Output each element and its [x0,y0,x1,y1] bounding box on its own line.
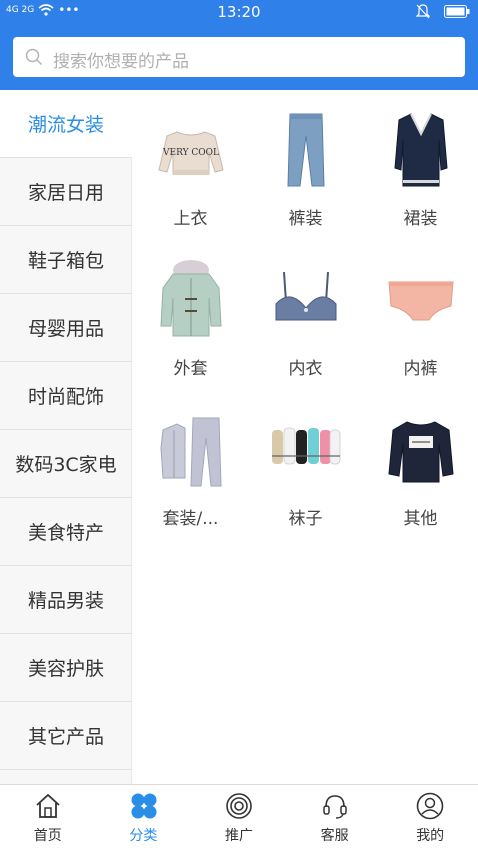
sweater-print-text: VERY COOL [162,148,219,158]
sidebar-item-menswear[interactable]: 精品男装 [0,566,132,634]
sidebar-item-label: 家居日用 [27,182,104,204]
sidebar-item-shoes-bags[interactable]: 鞋子箱包 [0,226,132,294]
subcategory-underwear[interactable]: 内裤 [363,240,478,390]
sidebar-item-label: 数码3C家电 [15,454,117,476]
underwear-image [388,281,454,321]
sidebar-item-label: 精品男装 [27,590,104,612]
category-icon [131,793,157,819]
sidebar-item-home-goods[interactable]: 家居日用 [0,158,132,226]
sidebar-item-food[interactable]: 美食特产 [0,498,132,566]
dress-image [394,113,448,187]
search-input[interactable]: 搜索你想要的产品 [13,37,465,77]
sweater-image: VERY COOL [158,131,224,175]
subcategory-label: 内裤 [403,359,438,379]
subcategory-label: 外套 [173,359,208,379]
tab-category[interactable]: 分类 [96,785,192,851]
bra-image [275,271,337,321]
user-icon [417,792,444,820]
sidebar-item-label: 美容护肤 [27,658,104,680]
tab-promote[interactable]: 推广 [191,785,287,851]
sidebar-item-label: 其它产品 [27,726,104,748]
subcategory-label: 袜子 [288,509,323,529]
bottom-tab-bar: 首页 分类 推广 客服 我的 [0,784,478,850]
subcategory-dresses[interactable]: 裙装 [363,90,478,240]
subcategory-suits[interactable]: 套装/... [133,390,248,540]
sidebar-item-label: 潮流女装 [27,114,104,136]
status-time: 13:20 [217,3,261,21]
battery-icon [444,5,470,18]
sidebar-item-accessories[interactable]: 时尚配饰 [0,362,132,430]
status-bar: 4G 2G ••• 13:20 [0,0,478,24]
tab-label: 分类 [129,828,158,844]
subcategory-label: 裤装 [288,209,323,229]
subcategory-lingerie[interactable]: 内衣 [248,240,363,390]
tab-label: 客服 [320,828,349,844]
category-sidebar: 潮流女装 家居日用 鞋子箱包 母婴用品 时尚配饰 数码3C家电 美食特产 精品男… [0,90,132,784]
subcategory-pants[interactable]: 裤装 [248,90,363,240]
subcategory-label: 套装/... [162,509,219,529]
subcategory-socks[interactable]: 袜子 [248,390,363,540]
tab-label: 首页 [33,828,62,844]
coat-image [160,260,222,337]
service-icon [323,795,347,819]
sidebar-item-womens-fashion[interactable]: 潮流女装 [0,90,132,158]
search-icon [25,48,43,66]
tracksuit-image [160,417,222,487]
search-placeholder: 搜索你想要的产品 [53,52,189,72]
sidebar-item-label: 母婴用品 [27,318,104,340]
status-right [416,4,470,19]
sidebar-item-other[interactable]: 其它产品 [0,702,132,770]
tab-label: 我的 [416,828,445,844]
header: 搜索你想要的产品 [0,24,478,90]
sidebar-item-electronics[interactable]: 数码3C家电 [0,430,132,498]
subcategory-others[interactable]: 其他 [363,390,478,540]
sidebar-item-mother-baby[interactable]: 母婴用品 [0,294,132,362]
subcategory-coats[interactable]: 外套 [133,240,248,390]
sidebar-item-label: 时尚配饰 [27,386,104,408]
jeans-image [287,113,325,187]
tab-mine[interactable]: 我的 [382,785,478,851]
sidebar-item-beauty[interactable]: 美容护肤 [0,634,132,702]
subcategory-tops[interactable]: VERY COOL 上衣 [133,90,248,240]
sidebar-item-label: 鞋子箱包 [27,250,104,272]
socks-image [272,427,341,465]
subcategory-label: 其他 [403,509,438,529]
tab-home[interactable]: 首页 [0,785,96,851]
sidebar-item-label: 美食特产 [27,522,104,544]
promote-icon [226,793,252,819]
tab-label: 推广 [224,828,253,844]
sweatshirt-image [388,421,454,483]
subcategory-label: 裙装 [403,209,438,229]
subcategory-grid: VERY COOL 上衣 裤装 裙装 外套 内衣 内裤 套装/... 袜子 其他 [133,90,478,784]
bell-muted-icon [416,4,430,19]
tab-customer-service[interactable]: 客服 [287,785,383,851]
subcategory-label: 上衣 [173,209,208,229]
home-icon [36,793,60,818]
subcategory-label: 内衣 [288,359,323,379]
